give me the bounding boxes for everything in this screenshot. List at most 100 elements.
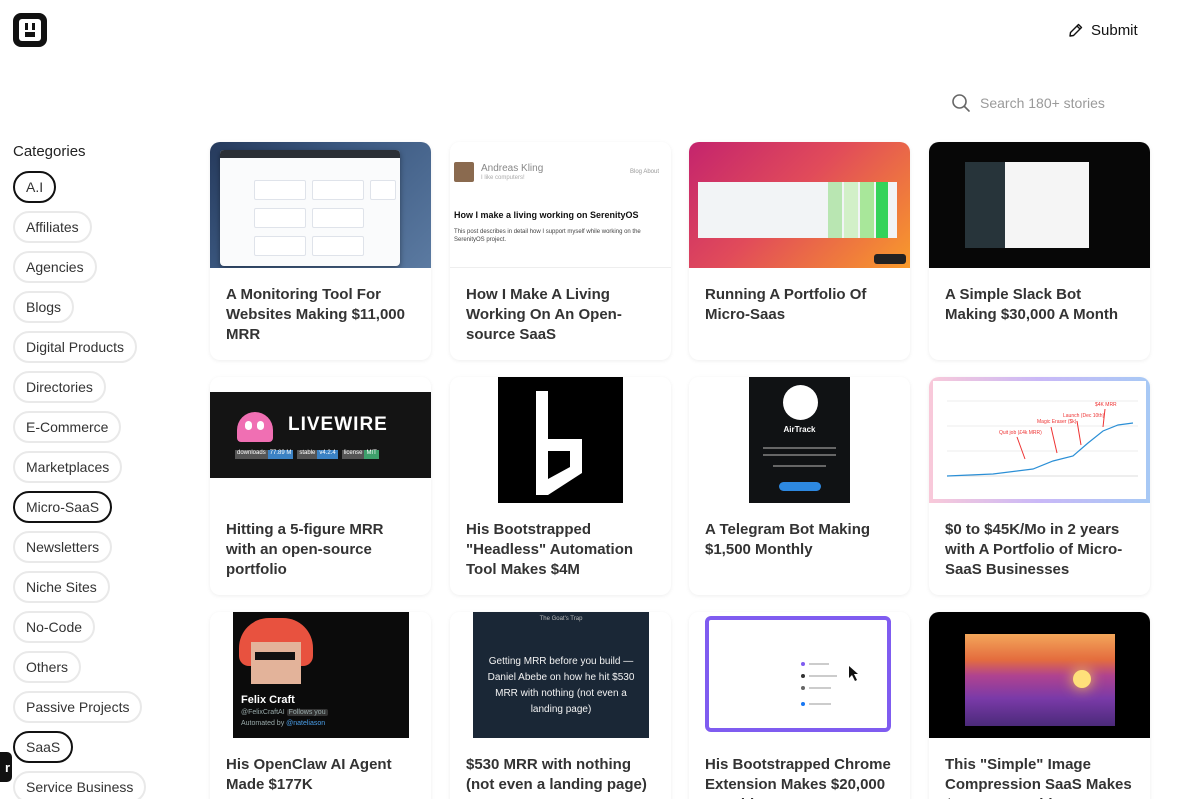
category-e-commerce[interactable]: E-Commerce <box>13 411 122 443</box>
extension-screenshot <box>705 616 891 732</box>
logo-mark <box>19 19 41 41</box>
submit-label: Submit <box>1091 21 1138 39</box>
svg-text:Launch (Dec 10th): Launch (Dec 10th) <box>1063 413 1104 419</box>
category-affiliates[interactable]: Affiliates <box>13 211 92 243</box>
newsletter-header: The Goat's Trap <box>539 616 583 622</box>
category-list: A.I Affiliates Agencies Blogs Digital Pr… <box>13 171 147 799</box>
search-input[interactable] <box>980 95 1140 111</box>
story-thumbnail <box>689 142 910 268</box>
category-newsletters[interactable]: Newsletters <box>13 531 113 563</box>
story-thumbnail <box>210 142 431 268</box>
category-digital-products[interactable]: Digital Products <box>13 331 138 363</box>
app-window-screenshot <box>220 150 400 266</box>
submit-button[interactable]: Submit <box>1068 18 1138 42</box>
story-card[interactable]: A Monitoring Tool For Websites Making $1… <box>210 142 431 360</box>
story-thumbnail <box>450 377 671 503</box>
thumb-nav: Blog About <box>630 169 660 175</box>
story-card[interactable]: A Simple Slack Bot Making $30,000 A Mont… <box>929 142 1150 360</box>
category-directories[interactable]: Directories <box>13 371 106 403</box>
airplane-icon <box>783 385 818 420</box>
newsletter-card: The Goat's Trap Getting MRR before you b… <box>473 612 649 738</box>
brand-logo-tile <box>498 377 623 503</box>
category-saas[interactable]: SaaS <box>13 731 74 763</box>
lavender-field-image <box>965 634 1115 726</box>
story-title: A Simple Slack Bot Making $30,000 A Mont… <box>945 286 1119 323</box>
image-screenshot <box>929 612 1150 738</box>
category-others[interactable]: Others <box>13 651 82 683</box>
category-micro-saas[interactable]: Micro-SaaS <box>13 491 113 523</box>
story-title: His OpenClaw AI Agent Made $177K <box>226 756 392 793</box>
automated-by: Automated by @nateliason <box>241 720 326 727</box>
badge-stable: stable v4.2.4 <box>297 450 338 459</box>
story-thumbnail: AirTrack <box>689 377 910 503</box>
story-title: This "Simple" Image Compression SaaS Mak… <box>945 756 1132 799</box>
author-avatar <box>454 162 474 182</box>
ghost-logo-icon <box>237 412 273 442</box>
story-title: A Telegram Bot Making $1,500 Monthly <box>705 521 871 558</box>
slack-screenshot <box>965 162 1089 248</box>
newsletter-message: Getting MRR before you build — Daniel Ab… <box>487 656 635 715</box>
story-card[interactable]: Andreas Kling I like computers! Blog Abo… <box>450 142 671 360</box>
story-thumbnail <box>929 142 1150 268</box>
feedback-tab[interactable]: r <box>0 752 12 782</box>
start-button <box>779 482 821 491</box>
thumb-tag <box>874 254 906 264</box>
story-title: His Bootstrapped "Headless" Automation T… <box>466 521 634 578</box>
story-title: His Bootstrapped Chrome Extension Makes … <box>705 756 891 799</box>
svg-text:$4K MRR: $4K MRR <box>1095 402 1117 408</box>
search-icon <box>952 94 970 112</box>
b-logo-icon <box>536 391 582 495</box>
category-no-code[interactable]: No-Code <box>13 611 96 643</box>
story-title: How I Make A Living Working On An Open-s… <box>466 286 622 343</box>
mrr-growth-chart: Quit job (£4k MRR) Magic Eraser ($k) Lau… <box>933 381 1146 499</box>
thumb-headline: How I make a living working on SerenityO… <box>454 210 639 220</box>
svg-text:Magic Eraser ($k): Magic Eraser ($k) <box>1037 419 1077 425</box>
story-thumbnail: The Goat's Trap Getting MRR before you b… <box>450 612 671 738</box>
category-niche-sites[interactable]: Niche Sites <box>13 571 110 603</box>
profile-handle: @FelixCraftAI Follows you <box>241 709 328 716</box>
story-title: A Monitoring Tool For Websites Making $1… <box>226 286 405 343</box>
story-thumbnail: Quit job (£4k MRR) Magic Eraser ($k) Lau… <box>929 377 1150 503</box>
category-passive-projects[interactable]: Passive Projects <box>13 691 143 723</box>
story-card[interactable]: This "Simple" Image Compression SaaS Mak… <box>929 612 1150 799</box>
thumb-text: This post describes in detail how I supp… <box>454 229 641 243</box>
story-thumbnail: Andreas Kling I like computers! Blog Abo… <box>450 142 671 268</box>
bot-name: AirTrack <box>783 425 816 434</box>
story-title: $0 to $45K/Mo in 2 years with A Portfoli… <box>945 521 1123 578</box>
site-logo[interactable] <box>13 13 47 47</box>
svg-text:Quit job (£4k MRR): Quit job (£4k MRR) <box>999 430 1042 436</box>
search-bar[interactable] <box>945 86 1150 120</box>
story-card[interactable]: His Bootstrapped Chrome Extension Makes … <box>689 612 910 799</box>
profile-screenshot: Felix Craft @FelixCraftAI Follows you Au… <box>233 612 409 738</box>
story-card[interactable]: His Bootstrapped "Headless" Automation T… <box>450 377 671 595</box>
story-card[interactable]: LIVEWIRE downloads 77.89 M stable v4.2.4 l… <box>210 377 431 595</box>
category-blogs[interactable]: Blogs <box>13 291 75 323</box>
category-agencies[interactable]: Agencies <box>13 251 97 283</box>
category-ai[interactable]: A.I <box>13 171 57 203</box>
profile-name: Felix Craft <box>241 694 295 706</box>
thumb-author: Andreas Kling <box>481 163 544 174</box>
story-thumbnail <box>929 612 1150 738</box>
category-service-business[interactable]: Service Business <box>13 771 147 799</box>
pencil-icon <box>1069 23 1083 37</box>
story-title: Hitting a 5-figure MRR with an open-sour… <box>226 521 384 578</box>
livewire-banner: LIVEWIRE downloads 77.89 M stable v4.2.4 l… <box>210 392 431 478</box>
story-thumbnail: Felix Craft @FelixCraftAI Follows you Au… <box>210 612 431 738</box>
story-card[interactable]: Quit job (£4k MRR) Magic Eraser ($k) Lau… <box>929 377 1150 595</box>
thumb-subtitle: I like computers! <box>481 175 525 181</box>
telegram-bot-card: AirTrack <box>749 377 850 503</box>
story-thumbnail <box>689 612 910 738</box>
thumb-brand: LIVEWIRE <box>288 414 388 435</box>
spreadsheet-screenshot <box>698 182 897 238</box>
category-marketplaces[interactable]: Marketplaces <box>13 451 123 483</box>
categories-title: Categories <box>13 143 86 160</box>
story-card[interactable]: AirTrack A Telegram Bot Making $1,500 Mo… <box>689 377 910 595</box>
badge-downloads: downloads 77.89 M <box>235 450 294 459</box>
story-card[interactable]: Running A Portfolio Of Micro-Saas <box>689 142 910 360</box>
story-card[interactable]: Felix Craft @FelixCraftAI Follows you Au… <box>210 612 431 799</box>
story-title: $530 MRR with nothing (not even a landin… <box>466 756 647 793</box>
story-title: Running A Portfolio Of Micro-Saas <box>705 286 867 323</box>
story-thumbnail: LIVEWIRE downloads 77.89 M stable v4.2.4 l… <box>210 377 431 503</box>
story-card[interactable]: The Goat's Trap Getting MRR before you b… <box>450 612 671 799</box>
badge-license: license MIT <box>341 450 379 459</box>
